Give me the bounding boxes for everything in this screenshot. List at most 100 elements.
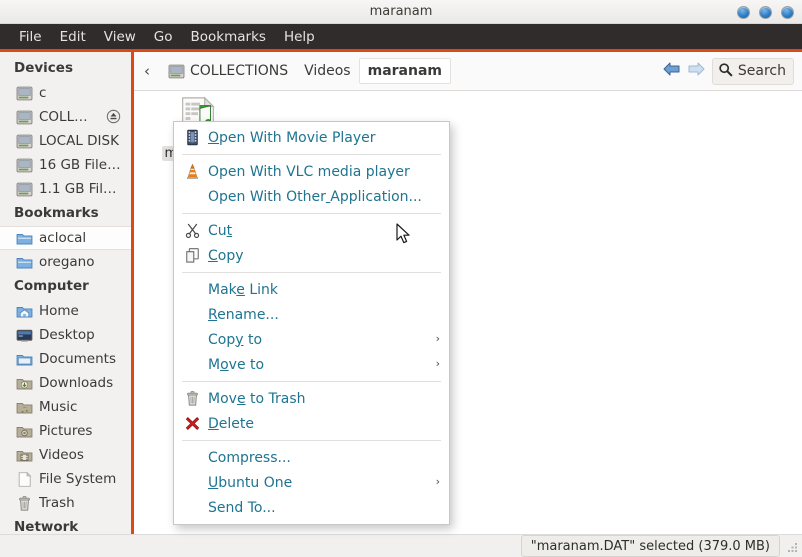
sidebar-item-desktop[interactable]: Desktop [0, 323, 131, 347]
desktop-icon [16, 327, 39, 344]
resize-grip-icon[interactable] [786, 541, 799, 554]
context-menu[interactable]: Open With Movie Player Open With VLC medi… [173, 121, 450, 525]
menu-item-send-to[interactable]: Send To... [174, 495, 449, 520]
sidebar-item-label: Documents [39, 351, 116, 367]
sidebar-heading-computer: Computer [14, 278, 89, 294]
music-folder-icon [16, 399, 39, 416]
drive-icon [16, 133, 39, 150]
menubar-item-go[interactable]: Go [145, 27, 182, 47]
menu-item-label: Send To... [208, 499, 276, 516]
pathbar-back-button[interactable]: ‹ [134, 62, 160, 80]
sidebar-item-label: Music [39, 399, 78, 415]
menu-item-open-with-other-application[interactable]: Open With Other Application... [174, 184, 449, 209]
menu-item-copy-to[interactable]: Copy to › [174, 327, 449, 352]
window-controls [737, 0, 794, 24]
drive-icon [168, 63, 190, 80]
search-button[interactable]: Search [711, 57, 794, 85]
status-bar: "maranam.DAT" selected (379.0 MB) [0, 534, 802, 557]
film-icon [184, 129, 201, 146]
search-label: Search [737, 63, 786, 79]
copy-icon [184, 247, 201, 264]
menu-bar: File Edit View Go Bookmarks Help [0, 24, 802, 49]
sidebar-item-label: aclocal [39, 230, 87, 246]
videos-folder-icon [16, 447, 39, 464]
sidebar[interactable]: Devices c COLL… LOCAL DISK 16 GB File… 1.1 GB… [0, 52, 131, 557]
menubar-item-view[interactable]: View [95, 27, 145, 47]
sidebar-item-videos[interactable]: Videos [0, 443, 131, 467]
menu-item-label: Move to Trash [208, 390, 306, 407]
menu-item-label: Compress... [208, 449, 291, 466]
vlc-cone-icon [184, 163, 201, 180]
breadcrumb-item-collections[interactable]: COLLECTIONS [160, 58, 296, 84]
menu-item-label: Make Link [208, 281, 279, 298]
close-button[interactable] [781, 5, 794, 19]
breadcrumb-label: maranam [367, 63, 442, 79]
menu-item-compress[interactable]: Compress... [174, 445, 449, 470]
menu-item-move-to[interactable]: Move to › [174, 352, 449, 377]
menubar-item-help[interactable]: Help [275, 27, 324, 47]
sidebar-item-trash[interactable]: Trash [0, 491, 131, 515]
drive-icon [16, 157, 39, 174]
documents-folder-icon [16, 351, 39, 368]
sidebar-item-label: Videos [39, 447, 84, 463]
maximize-button[interactable] [759, 5, 772, 19]
pictures-folder-icon [16, 423, 39, 440]
menu-item-label: Copy [208, 247, 244, 264]
menu-separator [182, 440, 441, 441]
menu-item-move-to-trash[interactable]: Move to Trash [174, 386, 449, 411]
sidebar-item-downloads[interactable]: Downloads [0, 371, 131, 395]
file-system-icon [16, 471, 39, 488]
menu-item-delete[interactable]: Delete [174, 411, 449, 436]
menubar-item-edit[interactable]: Edit [51, 27, 95, 47]
sidebar-heading-devices: Devices [14, 60, 73, 76]
menu-item-label: Delete [208, 415, 254, 432]
sidebar-item-pictures[interactable]: Pictures [0, 419, 131, 443]
menubar-item-bookmarks[interactable]: Bookmarks [182, 27, 275, 47]
eject-icon[interactable] [106, 109, 121, 124]
menu-item-open-with-vlc[interactable]: Open With VLC media player [174, 159, 449, 184]
breadcrumb-label: Videos [304, 63, 351, 79]
sidebar-item-label: oregano [39, 254, 95, 270]
sidebar-item-coll[interactable]: COLL… [0, 105, 131, 129]
sidebar-item-label: Downloads [39, 375, 114, 391]
folder-icon [16, 254, 39, 271]
menu-item-label: Rename... [208, 306, 279, 323]
menu-item-ubuntu-one[interactable]: Ubuntu One › [174, 470, 449, 495]
nav-back-icon[interactable] [662, 61, 681, 81]
menu-separator [182, 381, 441, 382]
breadcrumb-item-maranam[interactable]: maranam [358, 58, 451, 84]
menubar-item-file[interactable]: File [10, 27, 51, 47]
sidebar-item-home[interactable]: Home [0, 299, 131, 323]
file-manager-window: maranam File Edit View Go Bookmarks Help… [0, 0, 802, 557]
sidebar-item-16-gb-file[interactable]: 16 GB File… [0, 153, 131, 177]
sidebar-item-label: File System [39, 471, 117, 487]
menu-separator [182, 213, 441, 214]
sidebar-item-music[interactable]: Music [0, 395, 131, 419]
sidebar-item-oregano[interactable]: oregano [0, 250, 131, 274]
title-bar: maranam [0, 0, 802, 24]
submenu-chevron-right-icon: › [435, 475, 440, 488]
menu-item-open-with-movie-player[interactable]: Open With Movie Player [174, 125, 449, 150]
trash-icon [184, 390, 201, 407]
toolbar-right-group: Search [662, 57, 802, 85]
submenu-chevron-right-icon: › [435, 332, 440, 345]
breadcrumb-item-videos[interactable]: Videos [296, 58, 359, 84]
sidebar-item-c[interactable]: c [0, 81, 131, 105]
nav-forward-icon[interactable] [687, 61, 706, 81]
window-title: maranam [369, 4, 433, 19]
menu-item-make-link[interactable]: Make Link [174, 277, 449, 302]
sidebar-item-local-disk[interactable]: LOCAL DISK [0, 129, 131, 153]
menu-item-label: Open With VLC media player [208, 163, 410, 180]
home-folder-icon [16, 303, 39, 320]
sidebar-item-aclocal[interactable]: aclocal [0, 226, 131, 250]
sidebar-item-label: LOCAL DISK [39, 133, 119, 149]
sidebar-item-documents[interactable]: Documents [0, 347, 131, 371]
sidebar-item-file-system[interactable]: File System [0, 467, 131, 491]
sidebar-item-1-1-gb-fil[interactable]: 1.1 GB Fil… [0, 177, 131, 201]
menu-item-rename[interactable]: Rename... [174, 302, 449, 327]
toolbar: ‹ COLLECTIONS Videos maranam Search [134, 52, 802, 91]
folder-icon [16, 230, 39, 247]
sidebar-item-label: Pictures [39, 423, 93, 439]
minimize-button[interactable] [737, 5, 750, 19]
sidebar-item-label: 16 GB File… [39, 157, 121, 173]
